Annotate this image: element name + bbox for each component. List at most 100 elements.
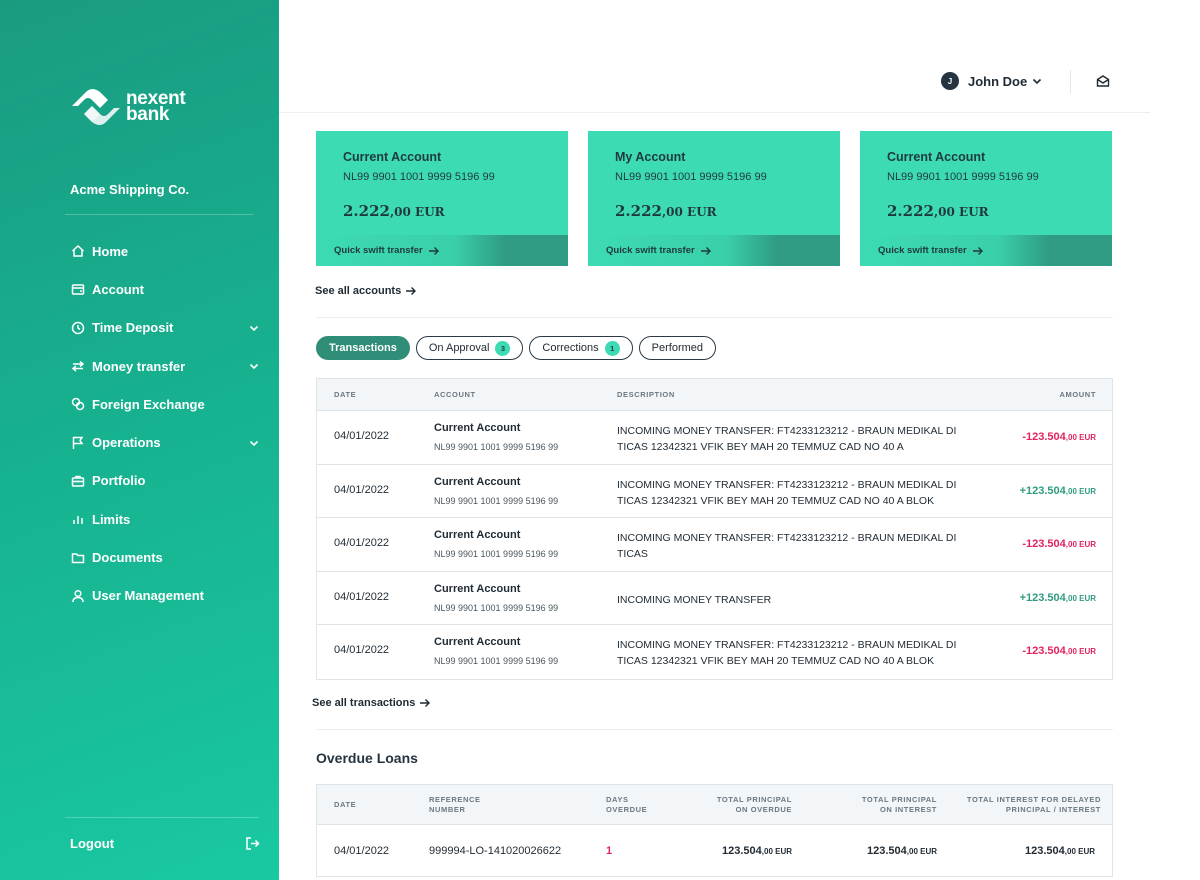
count-badge: 1	[604, 340, 620, 356]
see-all-accounts-link[interactable]: See all accounts	[315, 285, 417, 297]
table-row[interactable]: 04/01/2022 Current Account NL99 9901 1001 …	[317, 572, 1112, 625]
column-header-total-principal-overdue: TOTAL PRINCIPAL ON OVERDUE	[717, 785, 792, 825]
sidebar-item-account[interactable]: Account	[70, 270, 260, 308]
sidebar-item-label: Limits	[92, 511, 131, 527]
amount-value: +123.504	[1019, 484, 1066, 497]
flag-icon	[70, 435, 85, 450]
tab-transactions[interactable]: Transactions	[316, 336, 410, 360]
logout-button[interactable]: Logout	[70, 836, 260, 851]
section-divider	[316, 317, 1113, 318]
sidebar-item-label: Documents	[92, 550, 163, 566]
overdue-loans-title: Overdue Loans	[316, 750, 418, 766]
table-row[interactable]: 04/01/2022 Current Account NL99 9901 1001 …	[317, 465, 1112, 518]
loan-date: 04/01/2022	[334, 845, 390, 857]
table-row[interactable]: 04/01/2022 Current Account NL99 9901 1001 …	[317, 411, 1112, 465]
chevron-down-icon	[249, 440, 259, 446]
sidebar-item-home[interactable]: Home	[70, 232, 260, 270]
column-header-description: DESCRIPTION	[617, 390, 675, 399]
table-body: 04/01/2022 Current Account NL99 9901 1001 …	[317, 411, 1112, 679]
count-badge: 3	[495, 340, 511, 356]
bar-chart-icon	[70, 512, 85, 527]
sidebar-item-limits[interactable]: Limits	[70, 500, 260, 538]
transaction-account-iban: NL99 9901 1001 9999 5196 99	[434, 442, 559, 452]
quick-swift-transfer-link[interactable]: Quick swift transfer	[334, 245, 439, 256]
account-card-balance: 2.222,00 EUR	[615, 201, 717, 220]
description-line: TICAS 12342321 VFIK BEY MAH 20 TEMMUZ CA…	[617, 494, 935, 507]
sidebar-nav: Home Account Time Deposit Money transfer…	[70, 232, 260, 615]
chevron-down-icon	[249, 325, 259, 331]
quick-swift-transfer-link[interactable]: Quick swift transfer	[606, 245, 711, 256]
brand-name: nexent bank	[126, 89, 186, 124]
tab-label: Transactions	[329, 342, 397, 354]
transaction-account-iban: NL99 9901 1001 9999 5196 99	[434, 656, 559, 666]
sidebar-item-documents[interactable]: Documents	[70, 538, 260, 576]
amount-value: 123.504	[1025, 845, 1065, 857]
account-card-iban: NL99 9901 1001 9999 5196 99	[615, 171, 767, 183]
quick-swift-transfer-link[interactable]: Quick swift transfer	[878, 245, 983, 256]
section-divider	[316, 729, 1113, 730]
loan-reference: 999994-LO-141020026622	[429, 845, 562, 857]
header-line: OVERDUE	[606, 805, 648, 814]
quick-swift-label: Quick swift transfer	[878, 245, 967, 256]
transaction-account-name: Current Account	[434, 475, 521, 488]
header-line: NUMBER	[429, 805, 466, 814]
sidebar-item-user-management[interactable]: User Management	[70, 577, 260, 615]
transaction-description: INCOMING MONEY TRANSFER: FT4233123212 - …	[617, 477, 962, 509]
account-card-iban: NL99 9901 1001 9999 5196 99	[887, 171, 1039, 183]
arrow-right-icon	[972, 246, 983, 255]
header-line: TOTAL PRINCIPAL	[861, 795, 937, 804]
column-header-date: DATE	[334, 800, 357, 809]
sidebar-item-time-deposit[interactable]: Time Deposit	[70, 309, 260, 347]
tab-corrections[interactable]: Corrections 1	[529, 336, 633, 360]
transaction-date: 04/01/2022	[334, 430, 390, 442]
user-name: John Doe	[968, 73, 1028, 89]
account-card[interactable]: My Account NL99 9901 1001 9999 5196 99 2…	[588, 131, 840, 266]
wallet-icon	[70, 282, 85, 297]
description-line: INCOMING MONEY TRANSFER	[617, 593, 772, 606]
account-card[interactable]: Current Account NL99 9901 1001 9999 5196…	[316, 131, 568, 266]
description-line: TICAS 12342321 VFIK BEY MAH 20 TEMMUZ CA…	[617, 441, 904, 453]
logout-icon	[246, 837, 260, 850]
transaction-description: INCOMING MONEY TRANSFER: FT4233123212 - …	[617, 637, 962, 669]
header-divider	[279, 112, 1150, 113]
transaction-account-name: Current Account	[434, 529, 521, 541]
amount-value: -123.504	[1022, 645, 1066, 657]
see-all-transactions-label: See all transactions	[312, 697, 416, 709]
column-header-total-interest-delayed: TOTAL INTEREST FOR DELAYED PRINCIPAL / IN…	[967, 785, 1101, 825]
amount-currency: ,00 EUR	[1065, 433, 1096, 442]
table-header: DATE ACCOUNT DESCRIPTION AMOUNT	[317, 379, 1112, 411]
table-header: DATE REFERENCE NUMBER DAYS OVERDUE TOTAL P…	[317, 785, 1112, 825]
transaction-account-iban: NL99 9901 1001 9999 5196 99	[434, 602, 559, 613]
transaction-date: 04/01/2022	[334, 537, 390, 549]
tab-performed[interactable]: Performed	[638, 336, 717, 360]
sidebar-item-operations[interactable]: Operations	[70, 423, 260, 461]
sidebar: nexent bank Acme Shipping Co. Home Accou…	[0, 0, 279, 880]
balance-currency: EUR	[682, 205, 717, 219]
amount-currency: ,00 EUR	[761, 847, 792, 856]
user-menu[interactable]: J John Doe	[941, 72, 1043, 90]
account-card[interactable]: Current Account NL99 9901 1001 9999 5196…	[860, 131, 1112, 266]
brand-logo[interactable]: nexent bank	[70, 84, 186, 130]
sidebar-item-money-transfer[interactable]: Money transfer	[70, 347, 260, 385]
account-card-title: My Account	[615, 150, 686, 164]
tab-label: Corrections	[542, 342, 599, 354]
column-header-date: DATE	[334, 390, 357, 399]
transaction-amount: -123.504,00 EUR	[1022, 431, 1096, 443]
tab-on-approval[interactable]: On Approval 3	[415, 336, 524, 360]
transaction-amount: -123.504,00 EUR	[1022, 538, 1096, 550]
overdue-loans-table: DATE REFERENCE NUMBER DAYS OVERDUE TOTAL P…	[316, 784, 1113, 877]
see-all-transactions-link[interactable]: See all transactions	[312, 697, 431, 709]
mail-icon[interactable]	[1096, 74, 1110, 88]
column-header-account: ACCOUNT	[434, 390, 476, 399]
table-row[interactable]: 04/01/2022 Current Account NL99 9901 1001 …	[317, 518, 1112, 572]
sidebar-item-portfolio[interactable]: Portfolio	[70, 462, 260, 500]
table-row[interactable]: 04/01/2022 999994-LO-141020026622 1 123.…	[317, 825, 1112, 877]
table-row[interactable]: 04/01/2022 Current Account NL99 9901 1001 …	[317, 625, 1112, 679]
transaction-tabs: Transactions On Approval 3 Corrections 1 P…	[316, 336, 722, 360]
transaction-date: 04/01/2022	[334, 483, 390, 496]
account-card-title: Current Account	[887, 150, 986, 164]
sidebar-item-foreign-exchange[interactable]: Foreign Exchange	[70, 385, 260, 423]
avatar: J	[941, 72, 959, 90]
amount-value: +123.504	[1019, 591, 1066, 604]
header-line: TOTAL INTEREST FOR DELAYED	[966, 795, 1101, 804]
